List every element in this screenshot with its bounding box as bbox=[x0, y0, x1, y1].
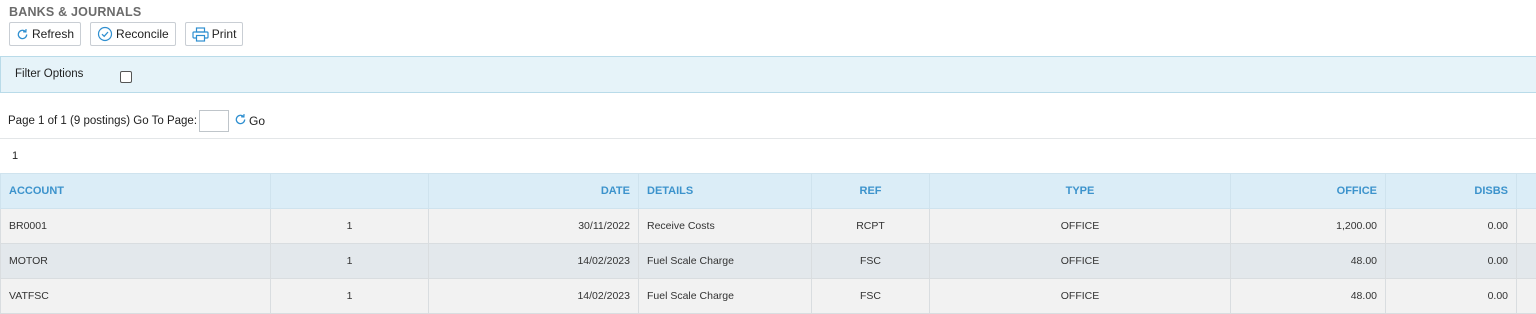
cell-type: OFFICE bbox=[930, 209, 1231, 244]
cell-qty: 1 bbox=[271, 244, 429, 279]
print-button[interactable]: Print bbox=[185, 22, 244, 46]
cell-type: OFFICE bbox=[930, 244, 1231, 279]
cell-extra bbox=[1517, 209, 1536, 244]
col-header-account[interactable]: ACCOUNT bbox=[1, 174, 271, 209]
refresh-button[interactable]: Refresh bbox=[9, 22, 81, 46]
cell-disbs: 0.00 bbox=[1386, 244, 1517, 279]
cell-office: 1,200.00 bbox=[1231, 209, 1386, 244]
table-header-row: ACCOUNT DATE DETAILS REF TYPE OFFICE DIS… bbox=[1, 174, 1536, 209]
cell-details: Fuel Scale Charge bbox=[639, 279, 812, 314]
cell-details: Receive Costs bbox=[639, 209, 812, 244]
pager: Page 1 of 1 (9 postings) Go To Page: Go bbox=[8, 110, 265, 132]
col-header-ref[interactable]: REF bbox=[812, 174, 930, 209]
printer-icon bbox=[192, 27, 209, 42]
col-header-blank bbox=[271, 174, 429, 209]
cell-qty: 1 bbox=[271, 209, 429, 244]
cell-disbs: 0.00 bbox=[1386, 209, 1517, 244]
filter-options-label: Filter Options bbox=[15, 68, 83, 80]
postings-table: ACCOUNT DATE DETAILS REF TYPE OFFICE DIS… bbox=[0, 173, 1536, 314]
page-link-1[interactable]: 1 bbox=[12, 150, 18, 162]
toolbar: Refresh Reconcile Print bbox=[9, 22, 243, 46]
reconcile-button[interactable]: Reconcile bbox=[90, 22, 176, 46]
page-title: BANKS & JOURNALS bbox=[9, 5, 141, 19]
filter-options-panel: Filter Options bbox=[0, 56, 1536, 93]
col-header-type[interactable]: TYPE bbox=[930, 174, 1231, 209]
cell-type: OFFICE bbox=[930, 279, 1231, 314]
col-header-disbs[interactable]: DISBS bbox=[1386, 174, 1517, 209]
cell-account: VATFSC bbox=[1, 279, 271, 314]
refresh-label: Refresh bbox=[32, 27, 74, 41]
cell-qty: 1 bbox=[271, 279, 429, 314]
cell-date: 30/11/2022 bbox=[429, 209, 639, 244]
go-button[interactable]: Go bbox=[234, 113, 265, 129]
cell-office: 48.00 bbox=[1231, 279, 1386, 314]
cell-office: 48.00 bbox=[1231, 244, 1386, 279]
cell-disbs: 0.00 bbox=[1386, 279, 1517, 314]
go-to-page-input[interactable] bbox=[199, 110, 229, 132]
cell-details: Fuel Scale Charge bbox=[639, 244, 812, 279]
cell-account: MOTOR bbox=[1, 244, 271, 279]
refresh-icon bbox=[234, 113, 247, 129]
table-row[interactable]: VATFSC 1 14/02/2023 Fuel Scale Charge FS… bbox=[1, 279, 1536, 314]
cell-ref: FSC bbox=[812, 279, 930, 314]
print-label: Print bbox=[212, 27, 237, 41]
reconcile-label: Reconcile bbox=[116, 27, 169, 41]
refresh-icon bbox=[16, 28, 29, 41]
cell-date: 14/02/2023 bbox=[429, 279, 639, 314]
col-header-date[interactable]: DATE bbox=[429, 174, 639, 209]
cell-ref: RCPT bbox=[812, 209, 930, 244]
cell-date: 14/02/2023 bbox=[429, 244, 639, 279]
page-numbers: 1 bbox=[0, 138, 1536, 173]
cell-account: BR0001 bbox=[1, 209, 271, 244]
col-header-office[interactable]: OFFICE bbox=[1231, 174, 1386, 209]
table-row[interactable]: MOTOR 1 14/02/2023 Fuel Scale Charge FSC… bbox=[1, 244, 1536, 279]
cell-ref: FSC bbox=[812, 244, 930, 279]
check-circle-icon bbox=[97, 26, 113, 42]
col-header-details[interactable]: DETAILS bbox=[639, 174, 812, 209]
cell-extra bbox=[1517, 244, 1536, 279]
col-header-extra bbox=[1517, 174, 1536, 209]
filter-options-checkbox[interactable] bbox=[120, 71, 132, 83]
table-row[interactable]: BR0001 1 30/11/2022 Receive Costs RCPT O… bbox=[1, 209, 1536, 244]
pager-info: Page 1 of 1 (9 postings) Go To Page: bbox=[8, 115, 197, 127]
go-label: Go bbox=[249, 114, 265, 128]
cell-extra bbox=[1517, 279, 1536, 314]
